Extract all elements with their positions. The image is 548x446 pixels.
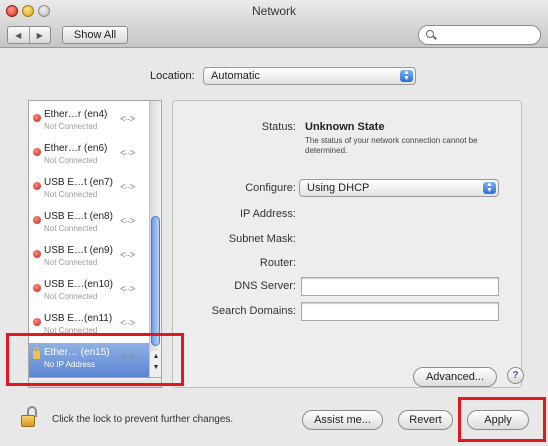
back-arrow-icon[interactable]: ◀ bbox=[8, 27, 29, 43]
network-arrows-icon: <··> bbox=[120, 318, 135, 329]
revert-button[interactable]: Revert bbox=[398, 410, 453, 430]
service-status: Not Connected bbox=[44, 156, 98, 165]
service-item-en4[interactable]: Ether…r (en4) Not Connected <··> bbox=[29, 105, 149, 139]
service-item-en7[interactable]: USB E…t (en7) Not Connected <··> bbox=[29, 173, 149, 207]
search-domains-field[interactable] bbox=[301, 302, 499, 321]
network-arrows-icon: <··> bbox=[120, 250, 135, 261]
window-title: Network bbox=[251, 4, 296, 18]
lock-hint-text: Click the lock to prevent further change… bbox=[52, 414, 234, 425]
status-dot-icon bbox=[33, 216, 41, 224]
service-item-en8[interactable]: USB E…t (en8) Not Connected <··> bbox=[29, 207, 149, 241]
service-name: USB E…t (en8) bbox=[44, 211, 113, 222]
subnet-mask-label: Subnet Mask: bbox=[228, 233, 296, 245]
service-item-en10[interactable]: USB E…(en10) Not Connected <··> bbox=[29, 275, 149, 309]
network-preferences-window: Network ◀ ▶ Show All Location: Automatic… bbox=[0, 0, 548, 446]
network-arrows-icon: <··> bbox=[120, 148, 135, 159]
search-icon bbox=[426, 30, 434, 38]
location-popup[interactable]: Automatic ▲ ▼ bbox=[203, 67, 416, 85]
status-dot-icon bbox=[33, 114, 41, 122]
service-status: Not Connected bbox=[44, 292, 98, 301]
service-status: Not Connected bbox=[44, 122, 98, 131]
popup-arrows-icon: ▲ ▼ bbox=[400, 69, 413, 82]
network-arrows-icon: <··> bbox=[120, 114, 135, 125]
forward-arrow-icon[interactable]: ▶ bbox=[28, 27, 51, 43]
service-name: Ether…r (en6) bbox=[44, 143, 108, 154]
lock-body bbox=[21, 415, 35, 427]
dns-server-field[interactable] bbox=[301, 277, 499, 296]
apply-highlight-box bbox=[458, 397, 546, 442]
search-domains-label: Search Domains: bbox=[211, 305, 296, 317]
search-field[interactable] bbox=[418, 25, 541, 45]
location-value: Automatic bbox=[211, 70, 260, 82]
advanced-button[interactable]: Advanced... bbox=[413, 367, 497, 387]
popup-arrows-icon: ▲ ▼ bbox=[483, 181, 496, 194]
service-item-en9[interactable]: USB E…t (en9) Not Connected <··> bbox=[29, 241, 149, 275]
configure-value: Using DHCP bbox=[307, 182, 370, 194]
location-label: Location: bbox=[150, 70, 195, 82]
service-status: Not Connected bbox=[44, 190, 98, 199]
router-label: Router: bbox=[259, 257, 296, 269]
status-dot-icon bbox=[33, 148, 41, 156]
status-description: The status of your network connection ca… bbox=[305, 136, 478, 155]
network-arrows-icon: <··> bbox=[120, 284, 135, 295]
service-status: Not Connected bbox=[44, 224, 98, 233]
service-name: USB E…t (en9) bbox=[44, 245, 113, 256]
lock-icon[interactable] bbox=[20, 406, 37, 428]
status-value: Unknown State bbox=[305, 121, 385, 133]
assist-me-button[interactable]: Assist me... bbox=[302, 410, 383, 430]
configure-popup[interactable]: Using DHCP ▲ ▼ bbox=[299, 179, 499, 197]
service-name: USB E…(en10) bbox=[44, 279, 113, 290]
scrollbar-thumb[interactable] bbox=[151, 216, 160, 346]
service-name: Ether…r (en4) bbox=[44, 109, 108, 120]
network-arrows-icon: <··> bbox=[120, 216, 135, 227]
service-item-en6[interactable]: Ether…r (en6) Not Connected <··> bbox=[29, 139, 149, 173]
status-dot-icon bbox=[33, 250, 41, 258]
service-name: USB E…t (en7) bbox=[44, 177, 113, 188]
status-label: Status: bbox=[261, 121, 296, 133]
status-dot-icon bbox=[33, 182, 41, 190]
service-status: Not Connected bbox=[44, 258, 98, 267]
dns-server-label: DNS Server: bbox=[234, 280, 296, 292]
network-arrows-icon: <··> bbox=[120, 182, 135, 193]
service-highlight-box bbox=[6, 333, 184, 386]
status-dot-icon bbox=[33, 284, 41, 292]
ip-address-label: IP Address: bbox=[239, 208, 296, 220]
status-dot-icon bbox=[33, 318, 41, 326]
title-bar: Network ◀ ▶ Show All bbox=[0, 0, 548, 48]
service-name: USB E…(en11) bbox=[44, 313, 113, 324]
configure-label: Configure: bbox=[245, 182, 296, 194]
back-forward-group: ◀ ▶ bbox=[7, 26, 51, 44]
help-button[interactable]: ? bbox=[507, 367, 524, 384]
show-all-button[interactable]: Show All bbox=[62, 26, 128, 44]
